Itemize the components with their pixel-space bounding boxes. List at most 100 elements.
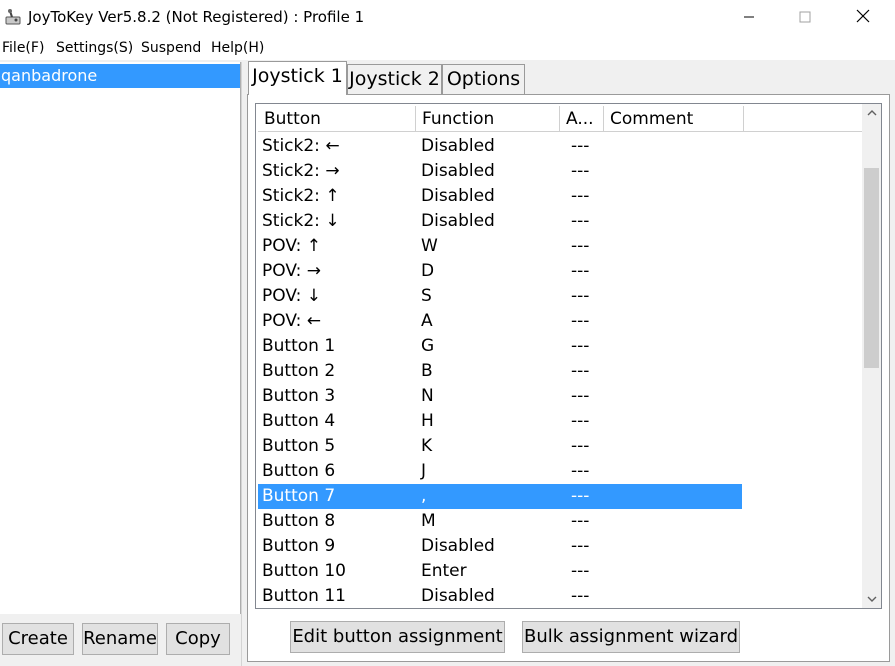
menu-suspend[interactable]: Suspend xyxy=(141,40,201,57)
cell-function: K xyxy=(421,436,433,456)
cell-a: --- xyxy=(571,236,590,256)
table-row[interactable]: Button 2 B --- xyxy=(258,359,862,384)
cell-a: --- xyxy=(571,386,590,406)
maximize-button[interactable] xyxy=(776,0,834,34)
cell-button: Button 5 xyxy=(262,436,336,456)
cell-a: --- xyxy=(571,261,590,281)
cell-function: Disabled xyxy=(421,161,495,181)
scrollbar-thumb[interactable] xyxy=(864,168,879,368)
menu-bar: File(F) Settings(S) Suspend Help(H) xyxy=(0,36,895,60)
table-row[interactable]: Button 1 G --- xyxy=(258,334,862,359)
table-row[interactable]: Button 9 Disabled --- xyxy=(258,534,862,559)
table-row[interactable]: POV: ↑ W --- xyxy=(258,234,862,259)
table-row[interactable]: Button 11 Disabled --- xyxy=(258,584,862,608)
copy-button[interactable]: Copy xyxy=(166,623,230,655)
cell-a: --- xyxy=(571,286,590,306)
menu-settings[interactable]: Settings(S) xyxy=(56,40,133,57)
close-button[interactable] xyxy=(834,0,892,34)
cell-function: , xyxy=(421,486,427,506)
profile-list[interactable]: qanbadrone xyxy=(0,62,241,614)
create-button[interactable]: Create xyxy=(2,623,74,655)
scroll-down-arrow-icon[interactable] xyxy=(862,591,881,608)
cell-button: POV: ← xyxy=(262,311,321,331)
cell-button: Button 1 xyxy=(262,336,336,356)
cell-button: Button 9 xyxy=(262,536,336,556)
title-bar: JoyToKey Ver5.8.2 (Not Registered) : Pro… xyxy=(0,0,895,36)
list-header: Button Function A... Comment xyxy=(258,106,862,132)
cell-a: --- xyxy=(571,211,590,231)
profile-item-selected[interactable]: qanbadrone xyxy=(0,64,240,88)
tab-joystick-1[interactable]: Joystick 1 xyxy=(248,61,347,95)
table-row[interactable]: Stick2: ↑ Disabled --- xyxy=(258,184,862,209)
cell-function: Disabled xyxy=(421,211,495,231)
panel-splitter[interactable] xyxy=(241,62,246,666)
cell-function: Disabled xyxy=(421,586,495,606)
cell-function: S xyxy=(421,286,432,306)
table-row[interactable]: Button 10 Enter --- xyxy=(258,559,862,584)
cell-function: G xyxy=(421,336,435,356)
cell-a: --- xyxy=(571,586,590,606)
menu-file[interactable]: File(F) xyxy=(2,40,44,57)
button-assignment-list[interactable]: Button Function A... Comment Stick2: ← Di… xyxy=(255,103,882,609)
cell-button: Button 10 xyxy=(262,561,346,581)
column-header-button[interactable]: Button xyxy=(258,106,416,132)
column-header-comment[interactable]: Comment xyxy=(604,106,744,132)
cell-function: J xyxy=(421,461,427,481)
cell-function: D xyxy=(421,261,435,281)
table-row[interactable]: POV: ← A --- xyxy=(258,309,862,334)
cell-function: N xyxy=(421,386,434,406)
cell-a: --- xyxy=(571,361,590,381)
tab-options[interactable]: Options xyxy=(442,64,525,94)
window-title: JoyToKey Ver5.8.2 (Not Registered) : Pro… xyxy=(28,8,365,26)
profile-panel: qanbadrone xyxy=(0,62,242,666)
cell-a: --- xyxy=(571,536,590,556)
cell-a: --- xyxy=(571,311,590,331)
tab-joystick-2[interactable]: Joystick 2 xyxy=(347,64,442,94)
vertical-scrollbar[interactable] xyxy=(862,104,881,608)
cell-button: Button 4 xyxy=(262,411,336,431)
column-header-a[interactable]: A... xyxy=(560,106,604,132)
cell-button: Button 3 xyxy=(262,386,336,406)
table-row[interactable]: Stick2: ↓ Disabled --- xyxy=(258,209,862,234)
table-row[interactable]: Button 5 K --- xyxy=(258,434,862,459)
cell-button: POV: ↑ xyxy=(262,236,321,256)
cell-button: Stick2: → xyxy=(262,161,340,181)
table-row[interactable]: Stick2: → Disabled --- xyxy=(258,159,862,184)
cell-function: M xyxy=(421,511,436,531)
cell-a: --- xyxy=(571,486,590,506)
cell-function: Disabled xyxy=(421,186,495,206)
scroll-up-arrow-icon[interactable] xyxy=(862,104,881,121)
bulk-assignment-wizard-button[interactable]: Bulk assignment wizard xyxy=(522,621,740,653)
table-row[interactable]: Button 8 M --- xyxy=(258,509,862,534)
rename-button[interactable]: Rename xyxy=(82,623,158,655)
cell-function: B xyxy=(421,361,433,381)
menu-help[interactable]: Help(H) xyxy=(211,40,264,57)
edit-button-assignment-button[interactable]: Edit button assignment xyxy=(290,621,505,653)
cell-a: --- xyxy=(571,186,590,206)
table-row[interactable]: Button 6 J --- xyxy=(258,459,862,484)
minimize-button[interactable] xyxy=(720,0,778,34)
table-row[interactable]: Button 3 N --- xyxy=(258,384,862,409)
close-icon xyxy=(856,8,870,27)
column-header-function[interactable]: Function xyxy=(416,106,560,132)
cell-function: Enter xyxy=(421,561,467,581)
joystick-icon xyxy=(4,8,22,26)
cell-button: POV: → xyxy=(262,261,321,281)
cell-function: Disabled xyxy=(421,136,495,156)
maximize-icon xyxy=(799,8,811,27)
table-row[interactable]: Stick2: ← Disabled --- xyxy=(258,134,862,159)
cell-button: Stick2: ↓ xyxy=(262,211,340,231)
cell-a: --- xyxy=(571,411,590,431)
table-row[interactable]: Button 4 H --- xyxy=(258,409,862,434)
cell-button: Button 2 xyxy=(262,361,336,381)
cell-a: --- xyxy=(571,161,590,181)
cell-button: Button 11 xyxy=(262,586,346,606)
cell-button: Button 7 xyxy=(262,486,336,506)
cell-a: --- xyxy=(571,436,590,456)
table-row[interactable]: POV: ↓ S --- xyxy=(258,284,862,309)
table-row[interactable]: Button 7, --- xyxy=(258,484,742,509)
column-header-filler xyxy=(744,106,862,132)
cell-button: POV: ↓ xyxy=(262,286,321,306)
cell-button: Button 6 xyxy=(262,461,336,481)
table-row[interactable]: POV: → D --- xyxy=(258,259,862,284)
